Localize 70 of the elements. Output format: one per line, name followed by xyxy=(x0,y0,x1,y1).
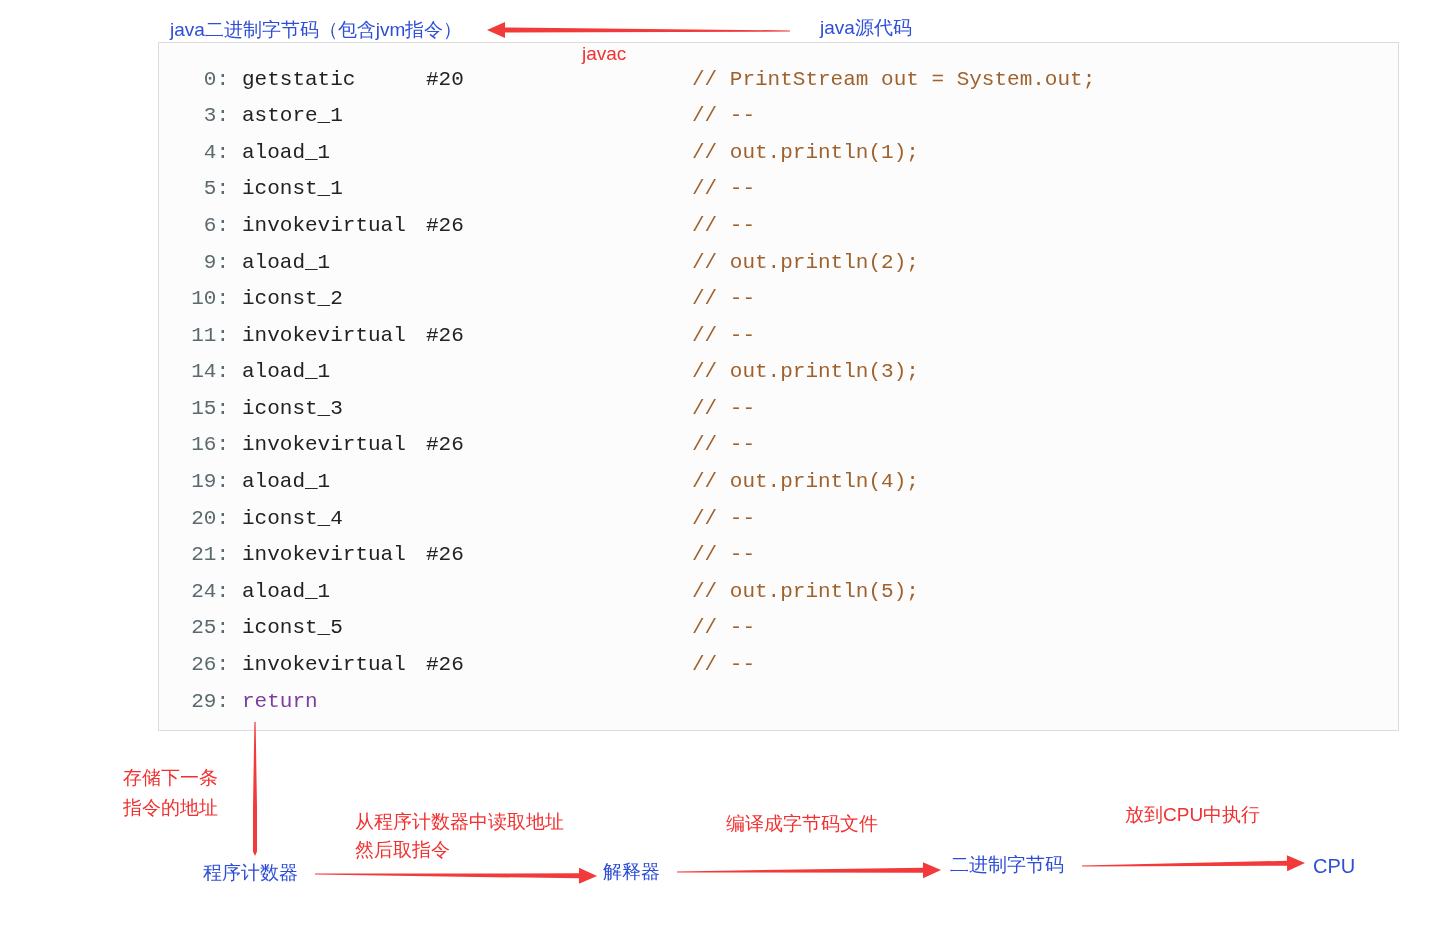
instruction: aload_1 xyxy=(242,249,332,276)
source-code-label: java源代码 xyxy=(820,16,912,40)
line-offset: 4: xyxy=(202,139,229,166)
instruction: aload_1 xyxy=(242,578,332,605)
instruction: invokevirtual xyxy=(242,542,407,569)
bytecode-label: java二进制字节码（包含jvm指令） xyxy=(170,18,463,42)
code-comment: // -- xyxy=(692,615,755,642)
line-offset: 19: xyxy=(190,469,229,496)
operand: #20 xyxy=(426,67,464,91)
instruction: aload_1 xyxy=(242,139,332,166)
instruction: astore_1 xyxy=(242,103,344,130)
compile-note: 编译成字节码文件 xyxy=(726,812,878,836)
operand: #26 xyxy=(426,213,464,237)
execute-note: 放到CPU中执行 xyxy=(1125,803,1261,827)
operand: #26 xyxy=(426,433,464,457)
line-offset: 25: xyxy=(190,615,229,642)
code-comment: // -- xyxy=(692,542,755,569)
line-offset: 14: xyxy=(190,359,229,386)
instruction: aload_1 xyxy=(242,469,332,496)
instruction: getstatic xyxy=(242,66,357,93)
code-comment: // out.println(4); xyxy=(692,469,919,496)
code-comment: // -- xyxy=(692,176,755,203)
cpu-label: CPU xyxy=(1313,854,1356,879)
operand: #26 xyxy=(426,543,464,567)
line-offset: 15: xyxy=(190,395,229,422)
code-comment: // -- xyxy=(692,432,755,459)
code-comment: // -- xyxy=(692,103,755,130)
line-offset: 20: xyxy=(190,505,229,532)
line-offset: 26: xyxy=(190,652,229,679)
line-offset: 0: xyxy=(202,66,229,93)
keyword: return xyxy=(242,688,319,715)
code-comment: // out.println(5); xyxy=(692,578,919,605)
instruction: iconst_2 xyxy=(242,286,344,313)
javac-label: javac xyxy=(582,42,627,66)
instruction: iconst_5 xyxy=(242,615,344,642)
interpreter-label: 解释器 xyxy=(603,860,660,884)
binary-bytecode-label: 二进制字节码 xyxy=(950,853,1064,877)
code-comment: // -- xyxy=(692,652,755,679)
code-comment: // -- xyxy=(692,322,755,349)
code-comment: // -- xyxy=(692,212,755,239)
instruction: aload_1 xyxy=(242,359,332,386)
operand: #26 xyxy=(426,323,464,347)
code-comment: // -- xyxy=(692,395,755,422)
storage-note: 存储下一条 指令的地址 xyxy=(123,766,218,820)
instruction: iconst_4 xyxy=(242,505,344,532)
line-offset: 11: xyxy=(190,322,229,349)
line-offset: 16: xyxy=(190,432,229,459)
read-note: 从程序计数器中读取地址 然后取指令 xyxy=(355,810,564,862)
line-offset: 21: xyxy=(190,542,229,569)
instruction: iconst_1 xyxy=(242,176,344,203)
instruction: invokevirtual xyxy=(242,212,407,239)
code-comment: // out.println(3); xyxy=(692,359,919,386)
code-comment: // out.println(1); xyxy=(692,139,919,166)
code-comment: // out.println(2); xyxy=(692,249,919,276)
line-offset: 9: xyxy=(202,249,229,276)
code-comment: // PrintStream out = System.out; xyxy=(692,66,1096,93)
instruction: invokevirtual xyxy=(242,432,407,459)
instruction: iconst_3 xyxy=(242,395,344,422)
operand: #26 xyxy=(426,653,464,677)
instruction: invokevirtual xyxy=(242,322,407,349)
line-offset: 3: xyxy=(202,103,229,130)
line-offset: 10: xyxy=(190,286,229,313)
line-offset: 24: xyxy=(190,578,229,605)
line-offset: 29: xyxy=(190,688,229,715)
program-counter-label: 程序计数器 xyxy=(203,861,298,885)
instruction: invokevirtual xyxy=(242,652,407,679)
line-offset: 5: xyxy=(202,176,229,203)
code-comment: // -- xyxy=(692,286,755,313)
code-comment: // -- xyxy=(692,505,755,532)
line-offset: 6: xyxy=(202,212,229,239)
